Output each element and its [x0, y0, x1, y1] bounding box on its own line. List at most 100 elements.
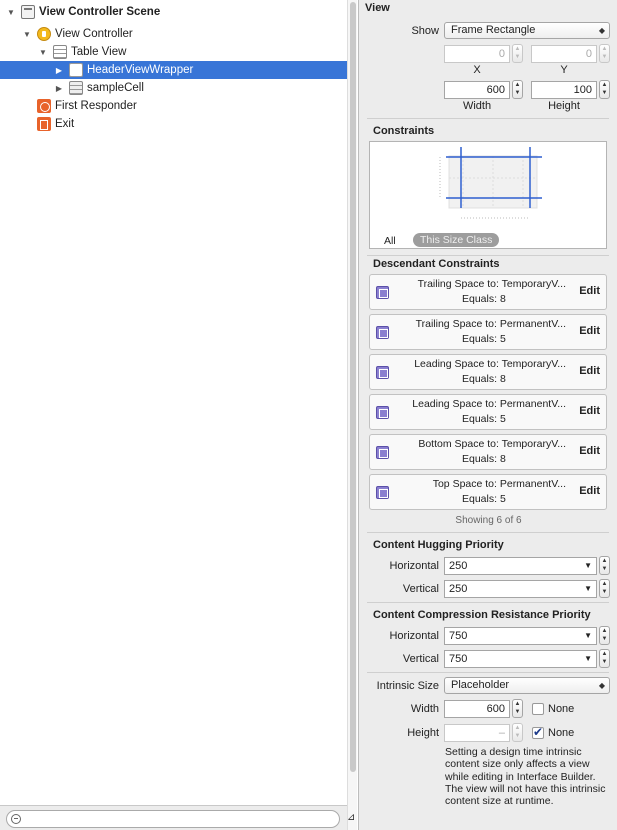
intrinsic-height-none-label: None — [548, 727, 575, 739]
constraint-row[interactable]: Bottom Space to: TemporaryV... Equals: 8… — [369, 434, 607, 470]
compression-horizontal-label: Horizontal — [389, 630, 439, 642]
top-space-icon — [376, 486, 389, 499]
document-outline: ▼ View Controller Scene ▼ View Controlle… — [0, 0, 347, 830]
intrinsic-height-stepper[interactable]: ▲ ▼ — [512, 723, 523, 742]
constraint-row[interactable]: Leading Space to: TemporaryV... Equals: … — [369, 354, 607, 390]
trailing-space-icon — [376, 286, 389, 299]
compression-horizontal-stepper[interactable]: ▲ ▼ — [599, 626, 610, 645]
intrinsic-size-label: Intrinsic Size — [376, 680, 439, 692]
divider — [367, 255, 609, 256]
constraint-value: Equals: 5 — [462, 333, 506, 345]
outline-item-label: View Controller Scene — [39, 6, 161, 18]
intrinsic-width-label: Width — [410, 703, 439, 715]
constraint-row[interactable]: Trailing Space to: PermanentV... Equals:… — [369, 314, 607, 350]
hugging-vertical-stepper[interactable]: ▲ ▼ — [599, 579, 610, 598]
height-label: Height — [548, 100, 580, 112]
edit-button[interactable]: Edit — [579, 325, 600, 337]
constraint-diagram[interactable]: All This Size Class — [369, 141, 607, 249]
intrinsic-width-field[interactable]: 600 — [444, 700, 510, 718]
chevron-down-icon[interactable]: ▼ — [584, 558, 592, 574]
edit-button[interactable]: Edit — [579, 485, 600, 497]
disclosure-triangle-open-icon[interactable]: ▼ — [38, 47, 48, 57]
disclosure-triangle-closed-icon[interactable]: ▶ — [54, 83, 64, 93]
combo-value: 250 — [449, 583, 468, 595]
compression-horizontal-combo[interactable]: 750 ▼ — [444, 627, 597, 645]
outline-item-label: First Responder — [55, 100, 137, 112]
intrinsic-width-none-checkbox[interactable] — [532, 703, 544, 715]
outline-item-view-controller[interactable]: ▼ View Controller — [0, 25, 347, 43]
scrollbar-thumb[interactable] — [350, 2, 356, 772]
table-cell-icon — [69, 81, 83, 95]
checkmark-icon: ✔ — [533, 725, 544, 739]
show-popup[interactable]: Frame Rectangle ◆ — [444, 22, 610, 39]
combo-value: 750 — [449, 630, 468, 642]
edit-button[interactable]: Edit — [579, 365, 600, 377]
constraint-row[interactable]: Leading Space to: PermanentV... Equals: … — [369, 394, 607, 430]
hugging-horizontal-stepper[interactable]: ▲ ▼ — [599, 556, 610, 575]
y-stepper[interactable]: ▲ ▼ — [599, 44, 610, 63]
constraint-row[interactable]: Trailing Space to: TemporaryV... Equals:… — [369, 274, 607, 310]
constraint-value: Equals: 8 — [462, 293, 506, 305]
width-field[interactable]: 600 — [444, 81, 510, 99]
constraint-value: Equals: 5 — [462, 413, 506, 425]
tab-this-size-class[interactable]: This Size Class — [413, 233, 500, 247]
divider — [367, 672, 609, 673]
compression-vertical-combo[interactable]: 750 ▼ — [444, 650, 597, 668]
constraint-diagram-canvas — [439, 147, 542, 219]
hugging-horizontal-label: Horizontal — [389, 560, 439, 572]
constraint-description: Trailing Space to: TemporaryV... — [417, 278, 566, 290]
height-field[interactable]: 100 — [531, 81, 597, 99]
chevron-down-icon[interactable]: ▼ — [584, 628, 592, 644]
outline-scrollbar[interactable] — [347, 0, 357, 830]
constraint-count: Showing 6 of 6 — [455, 515, 522, 526]
outline-filter-input[interactable] — [6, 810, 340, 828]
hugging-vertical-combo[interactable]: 250 ▼ — [444, 580, 597, 598]
tab-all[interactable]: All — [384, 235, 396, 247]
outline-item-sample-cell[interactable]: ▶ sampleCell — [0, 79, 347, 97]
intrinsic-height-field[interactable]: – — [444, 724, 510, 742]
edit-button[interactable]: Edit — [579, 445, 600, 457]
hugging-vertical-label: Vertical — [402, 583, 439, 595]
intrinsic-height-label: Height — [407, 727, 439, 739]
y-label: Y — [560, 64, 568, 76]
first-responder-icon — [37, 99, 51, 113]
edit-button[interactable]: Edit — [579, 285, 600, 297]
compression-vertical-stepper[interactable]: ▲ ▼ — [599, 649, 610, 668]
width-stepper[interactable]: ▲ ▼ — [512, 80, 523, 99]
section-title-view: View — [365, 2, 390, 14]
combo-value: 750 — [449, 653, 468, 665]
height-stepper[interactable]: ▲ ▼ — [599, 80, 610, 99]
divider — [367, 602, 609, 603]
resize-handle-icon[interactable]: ⊿ — [347, 812, 357, 826]
outline-item-scene[interactable]: ▼ View Controller Scene — [0, 3, 347, 21]
constraint-description: Top Space to: PermanentV... — [432, 478, 566, 490]
outline-item-first-responder[interactable]: First Responder — [0, 97, 347, 115]
section-title-content-hugging: Content Hugging Priority — [373, 539, 504, 551]
scene-icon — [21, 5, 35, 19]
outline-item-exit[interactable]: Exit — [0, 115, 347, 133]
chevron-down-icon[interactable]: ▼ — [584, 581, 592, 597]
edit-button[interactable]: Edit — [579, 405, 600, 417]
intrinsic-width-none-label: None — [548, 703, 575, 715]
outline-item-header-view-wrapper[interactable]: ▶ HeaderViewWrapper — [0, 61, 347, 79]
chevron-down-icon[interactable]: ▼ — [584, 651, 592, 667]
disclosure-triangle-open-icon[interactable]: ▼ — [22, 29, 32, 39]
intrinsic-width-stepper[interactable]: ▲ ▼ — [512, 699, 523, 718]
outline-item-table-view[interactable]: ▼ Table View — [0, 43, 347, 61]
show-label: Show — [411, 25, 439, 37]
intrinsic-size-popup[interactable]: Placeholder ◆ — [444, 677, 610, 694]
hugging-horizontal-combo[interactable]: 250 ▼ — [444, 557, 597, 575]
y-field[interactable]: 0 — [531, 45, 597, 63]
section-title-descendant-constraints: Descendant Constraints — [373, 258, 500, 270]
x-stepper[interactable]: ▲ ▼ — [512, 44, 523, 63]
leading-space-icon — [376, 366, 389, 379]
section-title-compression-resistance: Content Compression Resistance Priority — [373, 609, 591, 621]
disclosure-triangle-closed-icon[interactable]: ▶ — [54, 65, 64, 75]
intrinsic-height-none-checkbox[interactable]: ✔ — [532, 725, 544, 739]
width-label: Width — [462, 100, 492, 112]
x-field[interactable]: 0 — [444, 45, 510, 63]
constraint-row[interactable]: Top Space to: PermanentV... Equals: 5 Ed… — [369, 474, 607, 510]
show-popup-value: Frame Rectangle — [451, 24, 536, 36]
outline-item-label: View Controller — [55, 28, 133, 40]
disclosure-triangle-open-icon[interactable]: ▼ — [6, 7, 16, 17]
